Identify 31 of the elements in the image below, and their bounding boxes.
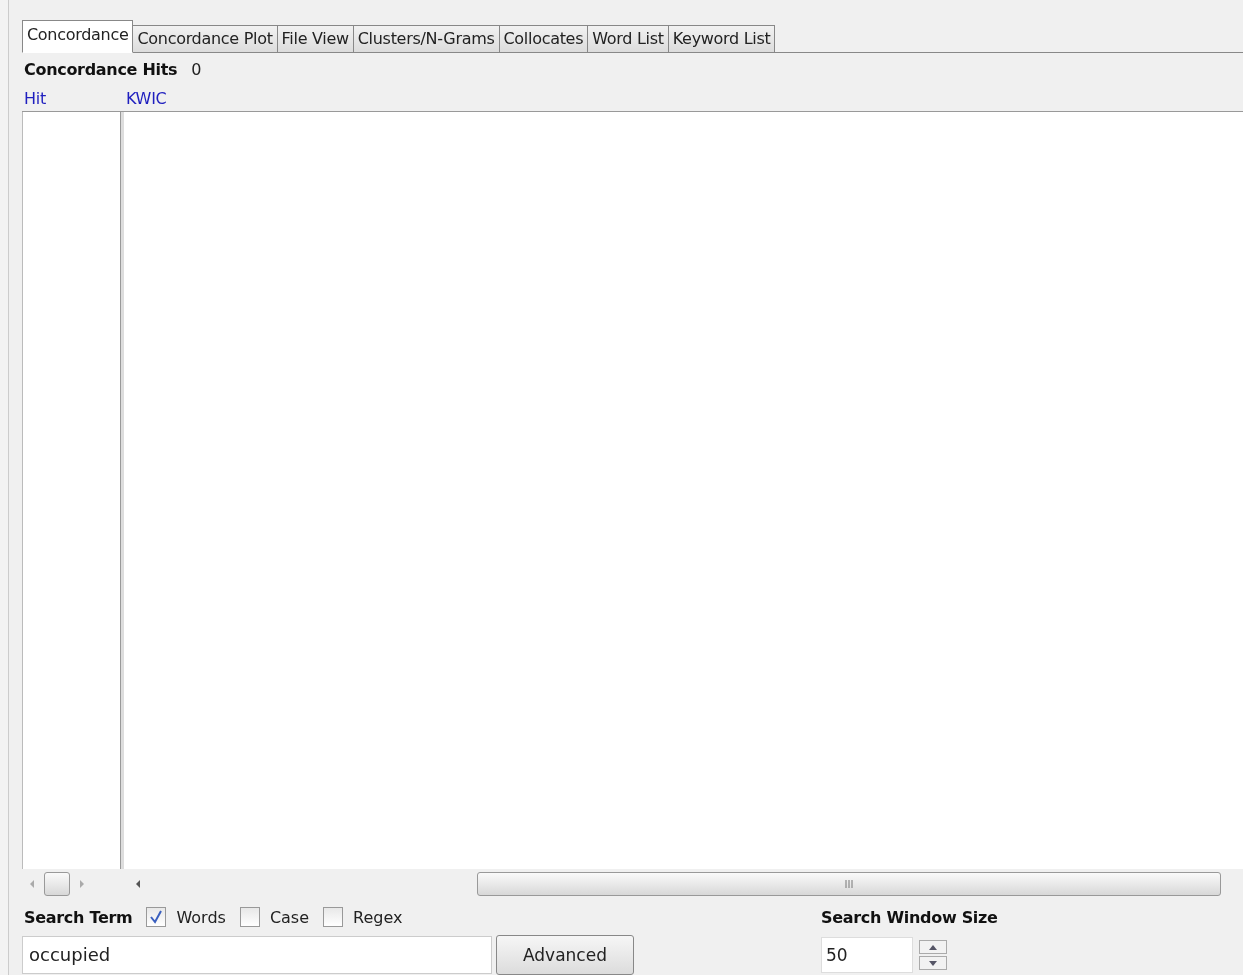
- scroll-thumb[interactable]: [44, 872, 70, 896]
- tab[interactable]: Word List: [587, 25, 669, 52]
- checkbox-label[interactable]: Words: [176, 907, 226, 927]
- tab[interactable]: Clusters/N-Grams: [352, 25, 500, 52]
- up-arrow-icon: [929, 944, 937, 950]
- scroll-right-icon[interactable]: [78, 879, 86, 889]
- column-header[interactable]: Hit: [22, 88, 124, 108]
- search-term-label: Search Term: [24, 907, 133, 927]
- tab[interactable]: Collocates: [498, 25, 589, 52]
- checkbox[interactable]: [323, 907, 344, 927]
- checkbox[interactable]: [146, 907, 167, 927]
- hits-label: Concordance Hits: [24, 59, 178, 79]
- scroll-thumb[interactable]: [477, 872, 1221, 896]
- checkbox-label[interactable]: Case: [269, 907, 310, 927]
- grip-icon: [844, 879, 854, 889]
- advanced-button[interactable]: Advanced: [496, 935, 634, 975]
- tab[interactable]: Concordance: [22, 20, 134, 53]
- window-size-label: Search Window Size: [821, 907, 998, 927]
- down-arrow-icon: [929, 960, 937, 966]
- checkbox[interactable]: [239, 907, 260, 927]
- tab[interactable]: Concordance Plot: [132, 25, 278, 52]
- spin-down-button[interactable]: [919, 956, 947, 970]
- hits-count: 0: [191, 59, 202, 79]
- checkbox-label[interactable]: Regex: [353, 907, 403, 927]
- column-header[interactable]: KWIC: [124, 88, 526, 108]
- tab[interactable]: File View: [276, 25, 354, 52]
- spin-up-button[interactable]: [919, 940, 947, 954]
- search-field[interactable]: occupied: [22, 936, 492, 974]
- scroll-left-icon[interactable]: [134, 879, 142, 889]
- window-size-field[interactable]: 50: [821, 937, 913, 973]
- tab[interactable]: Keyword List: [667, 25, 776, 52]
